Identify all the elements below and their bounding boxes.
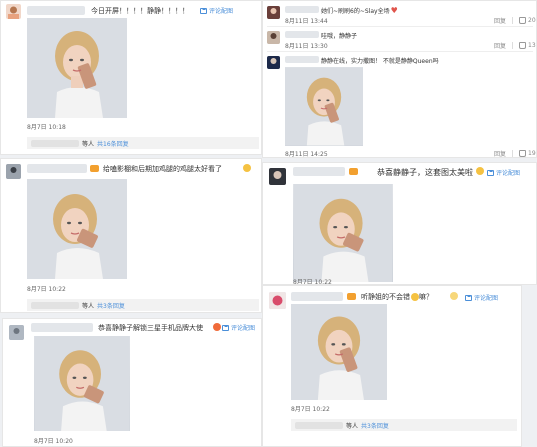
comment-photo[interactable] <box>34 336 130 431</box>
comment-text: 今日开屏！！！！静静！！！！ <box>91 7 189 15</box>
username-blurred[interactable] <box>285 6 319 13</box>
username-blurred[interactable] <box>27 6 85 15</box>
comment-text: 听静姐的不会错 嘛？ <box>361 293 433 301</box>
comment-photo[interactable] <box>27 179 127 279</box>
comment-time: 8月7日 10:22 <box>291 406 330 413</box>
emoji-icon <box>213 323 221 331</box>
view-image-link[interactable]: 评论配图 <box>222 323 255 332</box>
comment-card-6: 听静姐的不会错 嘛？ 评论配图 8月7日 10:22 等人 共3条回复 <box>262 285 522 447</box>
avatar[interactable] <box>267 56 280 69</box>
comment-time: 8月7日 10:20 <box>34 438 73 445</box>
reply-summary[interactable]: 等人 共3条回复 <box>27 299 259 311</box>
comment-text: 她们~刷刷6的~Slay全场 <box>321 6 399 16</box>
username-blurred[interactable] <box>285 31 319 38</box>
emoji-icon <box>476 167 484 175</box>
comment-actions: 回复 19 <box>494 149 536 157</box>
comment-photo[interactable] <box>291 304 387 400</box>
avatar[interactable] <box>269 292 286 309</box>
like-button[interactable]: 19 <box>519 150 536 157</box>
comment-text: 静静在线，实力撒图！ 不就是静静Queen吗 <box>321 58 439 65</box>
username-blurred[interactable] <box>31 323 93 332</box>
heart-emoji-icon <box>391 6 399 16</box>
avatar[interactable] <box>269 168 286 185</box>
avatar[interactable] <box>6 164 21 179</box>
sunglasses-emoji-icon <box>411 293 419 301</box>
thumbs-up-icon <box>519 17 527 24</box>
view-replies-link[interactable]: 共3条回复 <box>361 421 389 430</box>
reply-user-blurred <box>31 301 79 309</box>
like-button[interactable]: 13 <box>519 42 536 49</box>
comment-photo[interactable] <box>293 184 393 282</box>
reply-summary[interactable]: 等人 共3条回复 <box>291 419 517 431</box>
comment-time: 8月7日 10:22 <box>27 286 66 293</box>
comment-card-1: 今日开屏！！！！静静！！！！ 评论配图 8月7日 10:18 等人 共16条回复 <box>0 0 262 155</box>
username-blurred[interactable] <box>293 167 345 176</box>
comment-time: 8月11日 13:30 <box>285 43 328 50</box>
comment-card-2: 给嗑影棚和后期加鸡腿的鸡腿太好看了 8月7日 10:22 等人 共3条回复 <box>0 158 262 313</box>
image-icon <box>487 169 494 176</box>
portrait-image <box>294 184 392 282</box>
portrait-image <box>291 304 387 400</box>
comment-text: 恭喜静静子解锁三星手机品牌大使 <box>98 324 203 332</box>
username-blurred[interactable] <box>285 56 319 63</box>
comment-text: 哇哦，静静子 <box>321 33 358 40</box>
thumbs-up-icon <box>519 42 527 49</box>
portrait-image <box>27 18 127 118</box>
comment-text: 恭喜静静子，这套图太美啦 <box>377 168 473 177</box>
vip-badge-icon <box>347 293 356 300</box>
username-blurred[interactable] <box>27 164 87 173</box>
reply-button[interactable]: 回复 <box>494 41 506 50</box>
comment-actions: 回复 13 <box>494 41 536 50</box>
emoji-icon <box>450 292 458 300</box>
portrait-image <box>34 336 130 431</box>
avatar[interactable] <box>9 325 24 340</box>
divider <box>267 26 533 27</box>
reply-user-blurred <box>295 421 343 429</box>
divider <box>267 51 533 52</box>
avatar[interactable] <box>267 31 280 44</box>
comment-text: 给嗑影棚和后期加鸡腿的鸡腿太好看了 <box>103 165 222 173</box>
vip-badge-icon <box>349 168 358 175</box>
comment-time: 8月7日 10:18 <box>27 124 66 131</box>
comment-time: 8月11日 14:25 <box>285 151 328 158</box>
portrait-image <box>285 67 363 146</box>
comment-collage: 今日开屏！！！！静静！！！！ 评论配图 8月7日 10:18 等人 共16条回复 <box>0 0 537 447</box>
view-image-link[interactable]: 评论配图 <box>465 293 498 302</box>
username-blurred[interactable] <box>291 292 343 301</box>
reply-user-blurred <box>31 139 79 147</box>
reply-summary[interactable]: 等人 共16条回复 <box>27 137 259 149</box>
avatar[interactable] <box>267 6 280 19</box>
view-image-link[interactable]: 评论配图 <box>487 168 520 177</box>
view-replies-link[interactable]: 共16条回复 <box>97 139 129 148</box>
comment-actions: 回复 20 <box>494 16 536 25</box>
reply-button[interactable]: 回复 <box>494 16 506 25</box>
vip-badge-icon <box>90 165 99 172</box>
comment-time: 8月11日 13:44 <box>285 18 328 25</box>
image-icon <box>465 294 472 301</box>
thumbs-up-icon <box>519 150 527 157</box>
view-replies-link[interactable]: 共3条回复 <box>97 301 125 310</box>
comment-photo[interactable] <box>285 67 363 146</box>
avatar[interactable] <box>6 4 21 19</box>
image-icon <box>222 324 229 331</box>
portrait-image <box>27 179 127 279</box>
comment-photo[interactable] <box>27 18 127 118</box>
image-icon <box>200 7 207 14</box>
like-button[interactable]: 20 <box>519 17 536 24</box>
emoji-icon <box>243 164 251 172</box>
comment-card-3: 恭喜静静子解锁三星手机品牌大使 评论配图 8月7日 10:20 <box>2 318 262 447</box>
comment-card-4: 她们~刷刷6的~Slay全场 8月11日 13:44 回复 20 哇哦，静静子 … <box>262 0 537 158</box>
comment-time: 8月7日 10:22 <box>293 279 332 285</box>
view-image-link[interactable]: 评论配图 <box>200 6 233 15</box>
reply-button[interactable]: 回复 <box>494 149 506 157</box>
comment-card-5: 恭喜静静子，这套图太美啦 评论配图 8月7日 10:22 <box>262 162 537 285</box>
